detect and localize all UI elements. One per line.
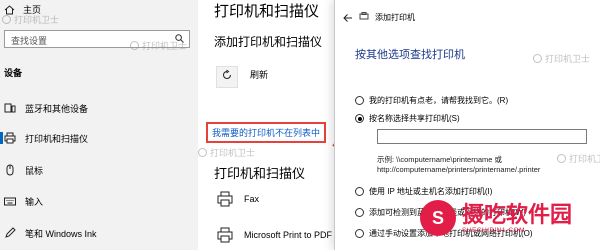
watermark: 打印机卫士 [533,52,590,65]
dialog-heading: 按其他选项查找打印机 [355,49,465,61]
sidebar-item-printers[interactable]: 打印机和扫描仪 [0,131,89,145]
watermark-ring-icon [2,15,11,24]
watermark-ring-icon [533,54,542,63]
printer-icon [4,132,16,144]
watermark: 打印机卫士 [557,152,600,165]
settings-sidebar: 主页 查找设置 设备 蓝牙和其他设备 打印机和扫描仪 鼠标 输入 笔和 Wind… [0,0,198,250]
keyboard-icon [4,195,16,207]
option-label: 按名称选择共享打印机(S) [369,114,460,123]
radio-button-selected[interactable] [355,114,364,123]
option-old-printer[interactable]: 我的打印机有点老，请帮我找到它。(R) [355,95,508,106]
printer-item-pdf[interactable]: Microsoft Print to PDF [216,226,332,244]
printer-name: Fax [244,194,260,204]
pdf-printer-icon [216,226,234,244]
watermark-text: 打印机卫士 [545,54,591,64]
printers-settings-page: 打印机和扫描仪 添加打印机和扫描仪 刷新 我需要的打印机不在列表中 打印机和扫描… [198,0,338,250]
watermark: 打印机卫士 [198,146,255,159]
sidebar-item-mouse[interactable]: 鼠标 [4,163,43,177]
option-label: 我的打印机有点老，请帮我找到它。(R) [369,96,509,105]
watermark: 打印机卫士 [2,13,59,26]
radio-button[interactable] [355,229,364,238]
sidebar-item-label: 鼠标 [25,165,44,176]
watermark-text: 打印机卫士 [210,148,256,158]
radio-button[interactable] [355,208,364,217]
sidebar-item-pen[interactable]: 笔和 Windows Ink [4,226,97,240]
sidebar-item-label: 蓝牙和其他设备 [25,103,89,114]
mouse-icon [4,164,16,176]
back-arrow-icon[interactable] [343,13,353,23]
radio-button[interactable] [355,96,364,105]
dialog-titlebar: 添加打印机 [343,12,415,23]
page-title: 打印机和扫描仪 [214,3,320,20]
add-printer-small-icon [359,12,369,23]
bluetooth-devices-icon [4,102,16,114]
option-ip-address[interactable]: 使用 IP 地址或主机名添加打印机(I) [355,186,492,197]
printer-item-fax[interactable]: Fax [216,190,259,208]
brand-logo-icon: S [420,200,456,236]
sidebar-item-typing[interactable]: 输入 [4,194,43,208]
watermark: 打印机卫士 [130,39,187,52]
refresh-button[interactable] [216,66,238,88]
brand-url: SHECHIPIN1.COM [462,226,525,234]
sidebar-item-label: 打印机和扫描仪 [25,133,89,144]
printer-not-listed-link[interactable]: 我需要的打印机不在列表中 [206,122,327,143]
watermark-text: 打印机卫士 [142,41,188,51]
search-placeholder: 查找设置 [11,36,48,46]
sidebar-item-label: 笔和 Windows Ink [25,228,97,239]
printers-list-heading: 打印机和扫描仪 [214,166,306,181]
radio-button[interactable] [355,187,364,196]
refresh-label: 刷新 [250,70,269,80]
fax-printer-icon [216,190,234,208]
option-label: 使用 IP 地址或主机名添加打印机(I) [369,187,493,196]
printer-name: Microsoft Print to PDF [244,230,333,240]
dialog-window-title: 添加打印机 [375,13,415,22]
watermark-ring-icon [198,148,207,157]
watermark-text: 打印机卫士 [14,15,60,25]
site-brand-watermark: S 摄吃软件园 SHECHIPIN1.COM [420,200,572,236]
shared-printer-name-input[interactable] [377,129,587,144]
watermark-text: 打印机卫士 [569,154,600,164]
option-shared-by-name[interactable]: 按名称选择共享打印机(S) [355,113,460,124]
watermark-ring-icon [557,154,566,163]
pen-icon [4,227,16,239]
brand-name: 摄吃软件园 [462,201,573,227]
devices-section-label: 设备 [4,68,23,78]
sidebar-item-label: 输入 [25,196,44,207]
refresh-icon [221,68,233,86]
add-printer-heading: 添加打印机和扫描仪 [214,35,323,49]
watermark-ring-icon [130,41,139,50]
sidebar-item-bluetooth[interactable]: 蓝牙和其他设备 [4,101,88,115]
